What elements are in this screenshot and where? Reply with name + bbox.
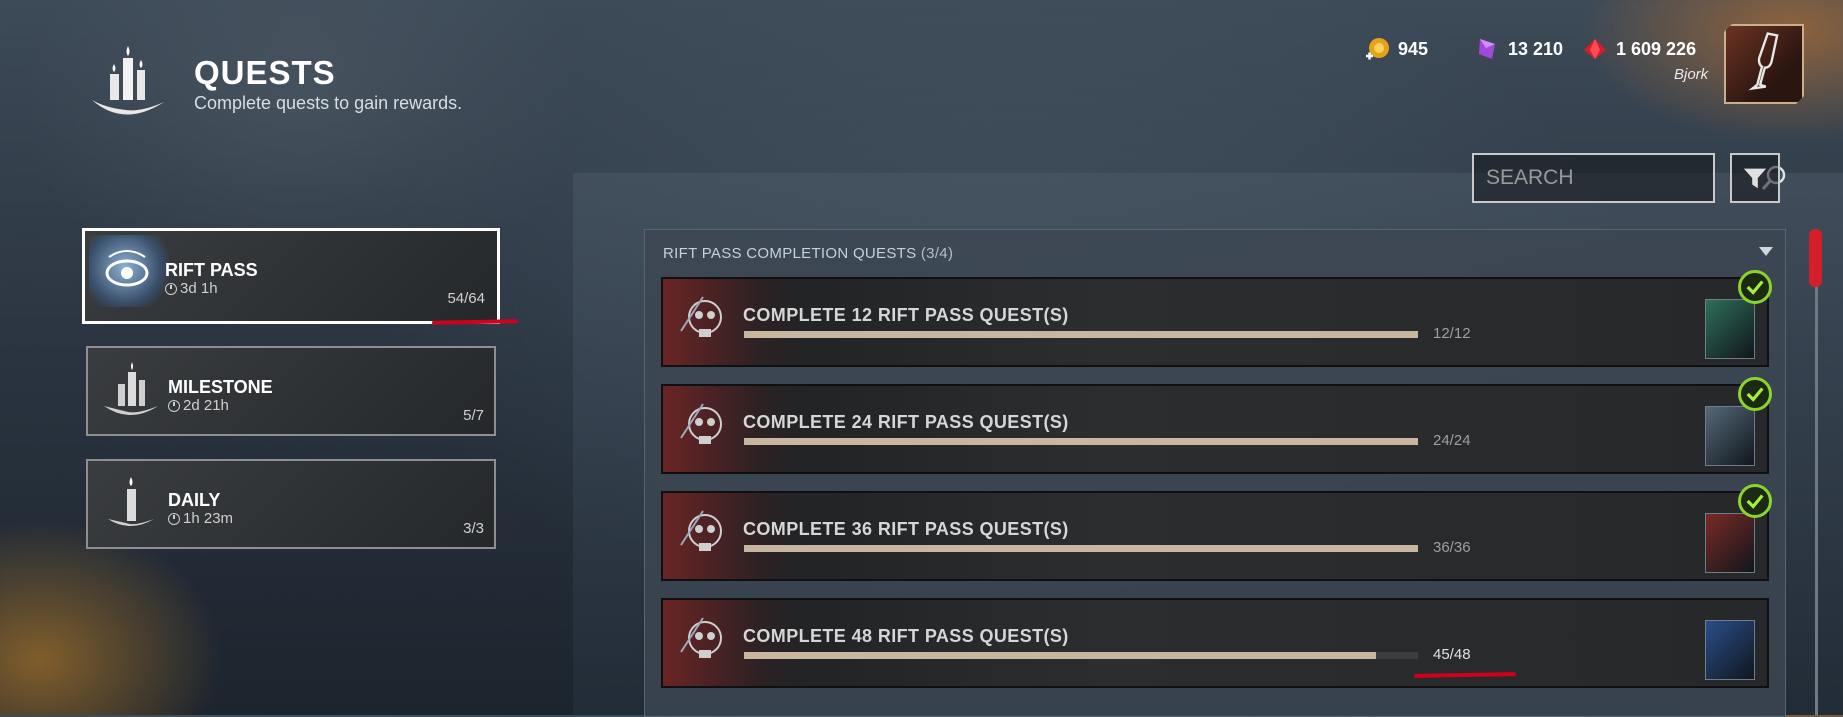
quest-progress-text: 45/48	[1433, 646, 1471, 663]
quest-progress-text: 12/12	[1433, 325, 1471, 342]
search-input[interactable]	[1474, 165, 1759, 191]
quest-title: COMPLETE 36 RIFT PASS QUEST(S)	[743, 519, 1069, 539]
section-header[interactable]: RIFT PASS COMPLETION QUESTS (3/4)	[663, 245, 953, 262]
category-timer-text: 2d 21h	[183, 397, 229, 414]
section-title: RIFT PASS COMPLETION QUESTS	[663, 245, 917, 262]
clock-icon	[168, 399, 180, 412]
search-box	[1472, 153, 1786, 203]
bloodpoints-value: 1 609 226	[1616, 38, 1697, 59]
eye-emblem-icon	[89, 235, 169, 307]
auric-cell-plus-icon[interactable]	[1364, 36, 1390, 62]
quest-progress-bar	[744, 545, 1418, 552]
category-rift-pass[interactable]: RIFT PASS 3d 1h 54/64	[82, 228, 500, 324]
quest-progress-text: 24/24	[1433, 432, 1471, 449]
auric-cells-counter: 945	[1364, 36, 1428, 62]
filter-icon	[1743, 168, 1767, 189]
candle-icon	[98, 471, 164, 537]
category-timer: 2d 21h	[168, 397, 229, 414]
quest-title: COMPLETE 12 RIFT PASS QUEST(S)	[743, 305, 1069, 325]
quest-progress-bar	[744, 331, 1418, 338]
category-milestone[interactable]: MILESTONE 2d 21h 5/7	[86, 346, 496, 436]
quest-progress-fill	[744, 545, 1418, 552]
completed-check-icon	[1738, 270, 1772, 304]
quest-progress-bar	[744, 652, 1418, 659]
quest-progress-bar	[744, 438, 1418, 445]
filter-button[interactable]	[1730, 153, 1780, 203]
quest-title: COMPLETE 24 RIFT PASS QUEST(S)	[743, 412, 1069, 432]
quest-row: COMPLETE 24 RIFT PASS QUEST(S) 24/24	[661, 384, 1769, 474]
quest-progress-text: 36/36	[1433, 539, 1471, 556]
quest-progress-fill	[744, 652, 1376, 659]
quest-title: COMPLETE 48 RIFT PASS QUEST(S)	[743, 626, 1069, 646]
category-daily[interactable]: DAILY 1h 23m 3/3	[86, 459, 496, 549]
scrollbar-track[interactable]	[1815, 230, 1818, 715]
category-progress: 54/64	[447, 290, 485, 307]
quest-row: COMPLETE 48 RIFT PASS QUEST(S) 45/48	[661, 598, 1769, 688]
category-timer-text: 1h 23m	[183, 510, 234, 527]
reward-item[interactable]	[1705, 513, 1755, 573]
clock-icon	[168, 512, 180, 525]
reward-item[interactable]	[1705, 406, 1755, 466]
clock-icon	[165, 282, 177, 295]
scrollbar-thumb[interactable]	[1809, 229, 1822, 287]
category-timer: 1h 23m	[168, 510, 233, 527]
quest-row: COMPLETE 36 RIFT PASS QUEST(S) 36/36	[661, 491, 1769, 581]
player-name: Bjork	[1674, 66, 1709, 83]
completed-check-icon	[1738, 377, 1772, 411]
collapse-triangle-icon[interactable]	[1759, 247, 1773, 256]
category-progress: 5/7	[463, 407, 484, 424]
iridescent-shards-counter: 13 210	[1474, 36, 1563, 62]
skull-quest-icon	[673, 612, 733, 672]
category-name: MILESTONE	[168, 377, 273, 397]
page-title: QUESTS	[194, 54, 336, 91]
section-count: (3/4)	[920, 245, 954, 262]
completed-check-icon	[1738, 484, 1772, 518]
category-name: RIFT PASS	[165, 260, 258, 280]
bloodpoints-icon	[1582, 36, 1608, 62]
quest-progress-fill	[744, 438, 1418, 445]
category-name: DAILY	[168, 490, 221, 510]
page-subtitle: Complete quests to gain rewards.	[194, 93, 463, 113]
quest-section-rift-pass-completion: RIFT PASS COMPLETION QUESTS (3/4) COMPLE…	[644, 229, 1786, 717]
player-avatar[interactable]	[1724, 24, 1804, 104]
skull-quest-icon	[673, 505, 733, 565]
skull-quest-icon	[673, 398, 733, 458]
iridescent-shards-value: 13 210	[1508, 38, 1564, 59]
champagne-glass-icon	[1748, 32, 1779, 91]
bloodpoints-counter: 1 609 226	[1582, 36, 1696, 62]
auric-cells-value: 945	[1398, 38, 1429, 59]
reward-item[interactable]	[1705, 299, 1755, 359]
reward-item[interactable]	[1705, 620, 1755, 680]
annotation-underline	[431, 319, 519, 325]
category-timer-text: 3d 1h	[180, 280, 218, 297]
quest-progress-fill	[744, 331, 1418, 338]
iridescent-shard-icon	[1474, 36, 1500, 62]
candles-icon	[98, 358, 164, 424]
category-timer: 3d 1h	[165, 280, 218, 297]
skull-quest-icon	[673, 291, 733, 351]
quests-candles-icon	[84, 40, 170, 126]
category-progress: 3/3	[463, 520, 484, 537]
quest-row: COMPLETE 12 RIFT PASS QUEST(S) 12/12	[661, 277, 1769, 367]
